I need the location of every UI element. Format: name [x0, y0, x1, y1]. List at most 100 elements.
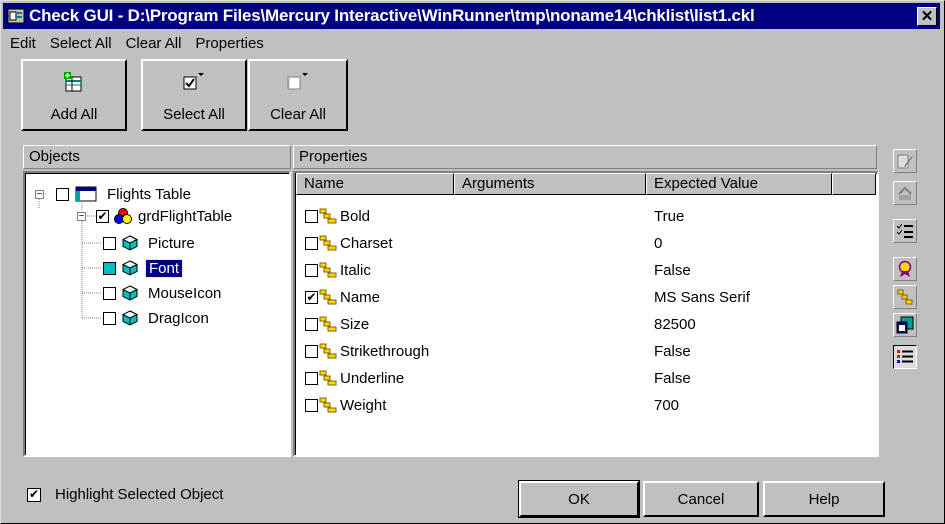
property-checkbox[interactable] — [305, 344, 318, 358]
windows-icon — [896, 316, 914, 334]
property-name: Italic — [340, 261, 371, 279]
tree-item-font[interactable]: Font — [103, 257, 184, 279]
ribbon-button[interactable] — [893, 257, 917, 281]
table-icon — [75, 186, 97, 202]
property-row[interactable]: Bold True — [295, 203, 684, 229]
app-icon — [7, 8, 25, 24]
award-icon — [898, 260, 912, 277]
collapse-icon[interactable]: − — [35, 189, 44, 199]
properties-tree-button[interactable] — [893, 285, 917, 309]
menu-bar: Edit Select All Clear All Properties — [3, 31, 271, 55]
add-all-button[interactable]: Add All — [21, 59, 127, 131]
tree-item-label: grdFlightTable — [138, 207, 233, 225]
checklist-button[interactable] — [893, 219, 917, 243]
close-icon: ✕ — [920, 8, 934, 25]
column-header-arguments[interactable]: Arguments — [454, 173, 646, 195]
edit-check-button[interactable] — [893, 149, 917, 173]
add-all-label: Add All — [50, 106, 98, 123]
objects-panel-header: Objects — [23, 145, 291, 169]
menu-select-all[interactable]: Select All — [43, 35, 119, 52]
property-checkbox[interactable]: ✔ — [305, 290, 318, 304]
highlight-selected-object[interactable]: ✔ Highlight Selected Object — [27, 486, 223, 503]
property-row[interactable]: Italic False — [295, 257, 691, 283]
select-all-label: Select All — [163, 106, 225, 123]
property-row[interactable]: ✔ Name MS Sans Serif — [295, 284, 750, 310]
clear-all-button[interactable]: Clear All — [248, 59, 348, 131]
property-stairs-icon — [319, 235, 337, 251]
objects-tree[interactable]: − Flights Table − ✔ grdFlightTable Pictu… — [23, 171, 291, 457]
tree-item-label: DragIcon — [148, 309, 209, 327]
font-checkbox[interactable] — [103, 261, 116, 275]
highlight-checkbox[interactable]: ✔ — [27, 487, 41, 502]
property-row[interactable]: Weight 700 — [295, 392, 679, 418]
property-expected-value: 700 — [654, 396, 680, 414]
tree-item-dragicon[interactable]: DragIcon — [103, 307, 209, 329]
property-stairs-icon — [319, 316, 337, 332]
copy-button[interactable] — [893, 313, 917, 337]
pencil-icon — [897, 154, 913, 169]
property-name: Name — [340, 288, 381, 306]
tree-item-label: Font — [144, 258, 184, 278]
property-checkbox[interactable] — [305, 317, 318, 331]
property-name: Weight — [340, 396, 387, 414]
select-all-icon — [183, 73, 204, 90]
disabled-tool-button[interactable] — [893, 181, 917, 205]
property-name: Underline — [340, 369, 405, 387]
property-stairs-icon — [319, 343, 337, 359]
property-row[interactable]: Strikethrough False — [295, 338, 691, 364]
dragicon-checkbox[interactable] — [103, 311, 116, 325]
property-cube-icon — [122, 260, 138, 276]
list-icon — [897, 350, 913, 363]
property-row[interactable]: Charset 0 — [295, 230, 662, 256]
property-row[interactable]: Underline False — [295, 365, 691, 391]
property-expected-value: 0 — [654, 234, 663, 252]
ok-button[interactable]: OK — [518, 480, 640, 518]
list-view-button[interactable] — [893, 345, 917, 369]
property-stairs-icon — [319, 262, 337, 278]
checklist-icon — [896, 223, 913, 238]
column-header-filler — [832, 173, 876, 195]
clear-all-icon — [287, 73, 308, 90]
clear-all-label: Clear All — [270, 106, 326, 123]
object-cluster-icon — [114, 208, 132, 224]
add-all-icon — [64, 72, 82, 92]
window-title: Check GUI - D:\Program Files\Mercury Int… — [29, 6, 755, 25]
grdflighttable-checkbox[interactable]: ✔ — [96, 209, 109, 223]
mouseicon-checkbox[interactable] — [103, 286, 116, 300]
property-stairs-icon — [319, 289, 337, 305]
property-expected-value: False — [654, 261, 691, 279]
menu-edit[interactable]: Edit — [3, 35, 43, 52]
property-cube-icon — [122, 310, 138, 326]
property-checkbox[interactable] — [305, 398, 318, 412]
select-all-button[interactable]: Select All — [141, 59, 247, 131]
menu-clear-all[interactable]: Clear All — [119, 35, 189, 52]
column-header-name[interactable]: Name — [296, 173, 454, 195]
tree-item-mouseicon[interactable]: MouseIcon — [103, 282, 221, 304]
flights-table-checkbox[interactable] — [56, 187, 69, 201]
property-name: Bold — [340, 207, 371, 225]
property-stairs-icon — [319, 370, 337, 386]
close-button[interactable]: ✕ — [917, 6, 937, 26]
cancel-button[interactable]: Cancel — [643, 481, 759, 517]
properties-list[interactable]: Name Arguments Expected Value Bold True Ch… — [293, 171, 879, 457]
property-checkbox[interactable] — [305, 209, 318, 223]
tree-item-grdflighttable[interactable]: − ✔ grdFlightTable — [77, 205, 232, 227]
tree-item-flights-table[interactable]: − Flights Table — [35, 183, 191, 205]
column-header-expected-value[interactable]: Expected Value — [646, 173, 832, 195]
property-name: Size — [340, 315, 370, 333]
help-button[interactable]: Help — [763, 481, 885, 517]
tree-item-picture[interactable]: Picture — [103, 232, 195, 254]
property-expected-value: False — [654, 342, 691, 360]
property-cube-icon — [122, 285, 138, 301]
menu-properties[interactable]: Properties — [188, 35, 270, 52]
picture-checkbox[interactable] — [103, 236, 116, 250]
property-cube-icon — [122, 235, 138, 251]
property-checkbox[interactable] — [305, 263, 318, 277]
properties-panel-header: Properties — [293, 145, 877, 169]
title-bar[interactable]: Check GUI - D:\Program Files\Mercury Int… — [3, 3, 940, 29]
property-checkbox[interactable] — [305, 236, 318, 250]
property-stairs-icon — [319, 397, 337, 413]
collapse-icon[interactable]: − — [77, 211, 86, 221]
property-checkbox[interactable] — [305, 371, 318, 385]
property-row[interactable]: Size 82500 — [295, 311, 696, 337]
